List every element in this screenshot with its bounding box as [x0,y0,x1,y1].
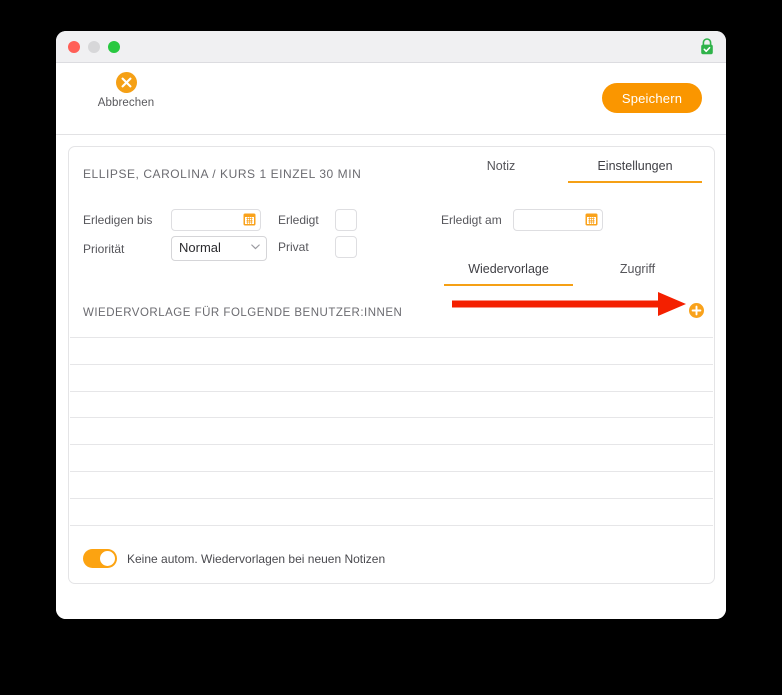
primary-tabs: Notiz Einstellungen [434,159,702,183]
save-button[interactable]: Speichern [602,83,702,113]
label-prioritaet: Priorität [83,241,125,256]
chevron-down-icon [251,244,260,250]
list-item[interactable] [70,392,713,419]
minimize-window-button[interactable] [88,41,100,53]
tab-notiz[interactable]: Notiz [434,159,568,183]
tab-einstellungen[interactable]: Einstellungen [568,159,702,183]
window-body: ELLIPSE, CAROLINA / KURS 1 EINZEL 30 MIN… [56,135,726,619]
add-user-button[interactable] [689,303,704,318]
close-window-button[interactable] [68,41,80,53]
recipients-list [70,337,713,526]
note-settings-card: ELLIPSE, CAROLINA / KURS 1 EINZEL 30 MIN… [68,146,715,584]
label-erledigt: Erledigt [278,213,319,227]
priority-select-value: Normal [179,240,221,255]
auto-followup-toggle[interactable] [83,549,117,568]
due-date-input[interactable] [171,209,261,231]
cancel-button[interactable]: Abbrechen [80,72,172,109]
private-checkbox[interactable] [335,236,357,258]
done-checkbox[interactable] [335,209,357,231]
list-item[interactable] [70,365,713,392]
window-titlebar [56,31,726,63]
record-title: ELLIPSE, CAROLINA / KURS 1 EINZEL 30 MIN [83,167,362,181]
section-heading: WIEDERVORLAGE FÜR FOLGENDE BENUTZER:INNE… [83,307,403,319]
app-window: Abbrechen Speichern ELLIPSE, CAROLINA / … [56,31,726,619]
done-on-input[interactable] [513,209,603,231]
tab-wiedervorlage[interactable]: Wiedervorlage [444,262,573,286]
toggle-knob [100,551,115,566]
field-privat: Privat [278,236,357,258]
label-privat: Privat [278,240,309,254]
label-erledigen-bis: Erledigen bis [83,213,153,227]
traffic-lights [68,41,120,53]
field-prioritaet: Priorität Normal [83,236,267,261]
auto-followup-setting: Keine autom. Wiedervorlagen bei neuen No… [83,549,385,568]
label-erledigt-am: Erledigt am [441,213,502,227]
lock-icon[interactable] [700,38,714,55]
priority-select[interactable]: Normal [171,236,267,261]
field-erledigen-bis: Erledigen bis [83,209,261,231]
field-erledigt: Erledigt [278,209,357,231]
list-item[interactable] [70,472,713,499]
list-item[interactable] [70,445,713,472]
maximize-window-button[interactable] [108,41,120,53]
window-toolbar: Abbrechen Speichern [56,63,726,135]
list-item[interactable] [70,418,713,446]
tab-zugriff[interactable]: Zugriff [573,262,702,286]
screenshot-root: Abbrechen Speichern ELLIPSE, CAROLINA / … [0,0,782,695]
auto-followup-toggle-label: Keine autom. Wiedervorlagen bei neuen No… [127,551,386,566]
list-item[interactable] [70,499,713,526]
calendar-icon [243,213,256,226]
list-item[interactable] [70,337,713,365]
cancel-circle-x-icon [115,72,137,93]
cancel-button-label: Abbrechen [97,97,155,109]
calendar-icon [585,213,598,226]
field-erledigt-am: Erledigt am [441,209,603,231]
secondary-tabs: Wiedervorlage Zugriff [444,262,702,286]
